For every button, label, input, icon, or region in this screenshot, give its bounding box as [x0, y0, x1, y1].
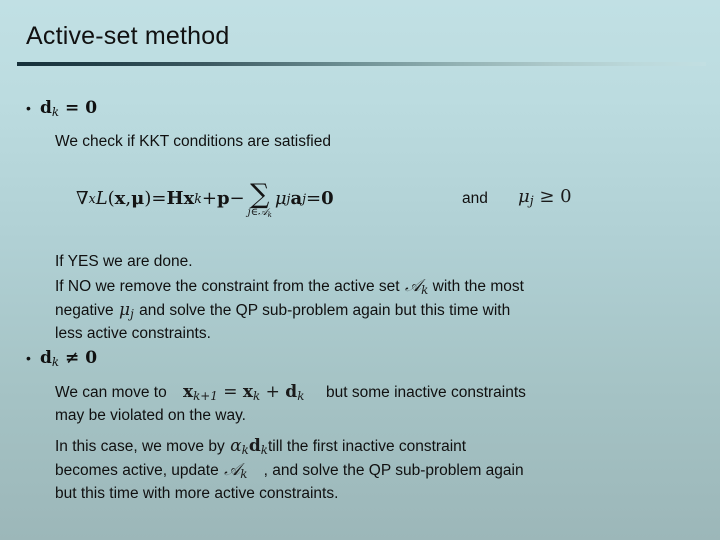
x-current: x [242, 382, 254, 402]
x-next-subscript: k+1 [193, 388, 218, 403]
alpha-direction-d-subscript: k [260, 442, 268, 457]
vector-d-2: d [40, 348, 52, 368]
relation-not-equals-zero: ≠ 0 [59, 348, 98, 368]
vector-p: p [216, 188, 230, 210]
minus-sign: − [229, 188, 245, 210]
bullet-item-dk-zero: • dk = 0 [26, 98, 97, 118]
lagrangian-stationarity-equation: ∇ x L(x, μ) = Hxk + p − ∑ j∈𝒜k μ j a j = 0 [76, 179, 334, 219]
arg-x: x [114, 188, 126, 210]
kkt-check-line: We check if KKT conditions are satisfied [55, 133, 331, 150]
case-text-b: till the first inactive constraint [267, 438, 467, 455]
if-no-text-c: with the most [432, 278, 524, 295]
mu-symbol: μ [119, 300, 131, 320]
step-equals: = [217, 382, 243, 402]
script-A-2-subscript-k: k [240, 466, 248, 481]
title-area: Active-set method [0, 0, 720, 70]
more-active-constraints-line: but this time with more active constrain… [55, 485, 339, 502]
nabla-icon: ∇ [76, 188, 89, 210]
paren-open: ( [107, 188, 115, 210]
mu-symbol-subscript-j: j [130, 306, 134, 321]
violated-on-way-line: may be violated on the way. [55, 407, 246, 424]
vector-a: a [290, 188, 303, 210]
negative-text-b: and solve the QP sub-problem again but t… [139, 302, 511, 319]
sum-index-subscript-k: k [267, 210, 272, 219]
slide-body: • dk = 0 We check if KKT conditions are … [0, 70, 720, 540]
sum-index-label: j∈𝒜k [247, 206, 272, 219]
relation-equals-zero: = 0 [59, 98, 98, 118]
plus-sign: + [201, 188, 217, 210]
becomes-active-line: becomes active, update 𝒜k , and solve th… [55, 458, 524, 483]
vector-d: d [40, 98, 52, 118]
equals-2: = [306, 188, 322, 210]
bullet-item-dk-nonzero: • dk ≠ 0 [26, 348, 97, 368]
equals-1: = [151, 188, 167, 210]
and-connector: and [462, 190, 488, 207]
script-A-1: 𝒜 [405, 276, 422, 296]
summation-operator: ∑ j∈𝒜k [247, 179, 272, 219]
less-active-constraints-line: less active constraints. [55, 325, 211, 342]
bullet-marker-icon: • [26, 100, 31, 116]
step-update-equation: xk+1 = xk + dk [167, 382, 326, 402]
sum-index-text: j∈𝒜 [247, 206, 268, 218]
multiplier-mu: μ [274, 188, 287, 210]
case-text-d: , and solve the QP sub-problem again [263, 462, 524, 479]
title-divider [17, 62, 706, 66]
move-to-line: We can move to xk+1 = xk + dk but some i… [55, 380, 526, 405]
active-set-symbol-2: 𝒜k [219, 460, 264, 480]
page-title: Active-set method [26, 22, 230, 50]
lagrangian-L: L [95, 188, 108, 210]
alpha-step-expression: αkdk [225, 436, 268, 456]
if-no-text-a: If NO we remove the constraint from the … [55, 278, 400, 295]
bullet-2-math: dk ≠ 0 [40, 348, 97, 368]
bullet-marker-icon-2: • [26, 350, 31, 366]
bullet-1-math: dk = 0 [40, 98, 97, 118]
slide: Active-set method • dk = 0 We check if K… [0, 0, 720, 540]
condition-relation: ≥ 0 [533, 186, 572, 207]
x-next: x [182, 382, 194, 402]
if-no-line: If NO we remove the constraint from the … [55, 274, 524, 299]
condition-mu: μ [518, 186, 530, 207]
matrix-H: H [166, 188, 184, 210]
sigma-icon: ∑ [250, 179, 270, 210]
case-text-a: In this case, we move by [55, 438, 225, 455]
arg-mu: μ [131, 188, 145, 210]
zero-vector: 0 [321, 188, 334, 210]
case-text-c: becomes active, update [55, 462, 219, 479]
direction-d: d [285, 382, 298, 402]
vector-x: x [183, 188, 195, 210]
negative-text-a: negative [55, 302, 114, 319]
move-by-alpha-line: In this case, we move by αkdktill the fi… [55, 434, 466, 459]
direction-d-subscript: k [297, 388, 305, 403]
negative-mu-line: negative μj and solve the QP sub-problem… [55, 298, 510, 323]
dual-feasibility-condition: μj ≥ 0 [518, 186, 572, 207]
step-plus: + [260, 382, 286, 402]
alpha-symbol: α [230, 436, 242, 456]
paren-close: ) [144, 188, 152, 210]
alpha-subscript-k: k [241, 442, 249, 457]
move-to-text-b: but some inactive constraints [326, 384, 526, 401]
if-yes-line: If YES we are done. [55, 253, 193, 270]
active-set-symbol-1: 𝒜k [400, 276, 428, 296]
move-to-text-a: We can move to [55, 384, 167, 401]
script-A-2: 𝒜 [224, 460, 241, 480]
inline-mu-j: μj [114, 300, 140, 320]
alpha-direction-d: d [248, 436, 261, 456]
